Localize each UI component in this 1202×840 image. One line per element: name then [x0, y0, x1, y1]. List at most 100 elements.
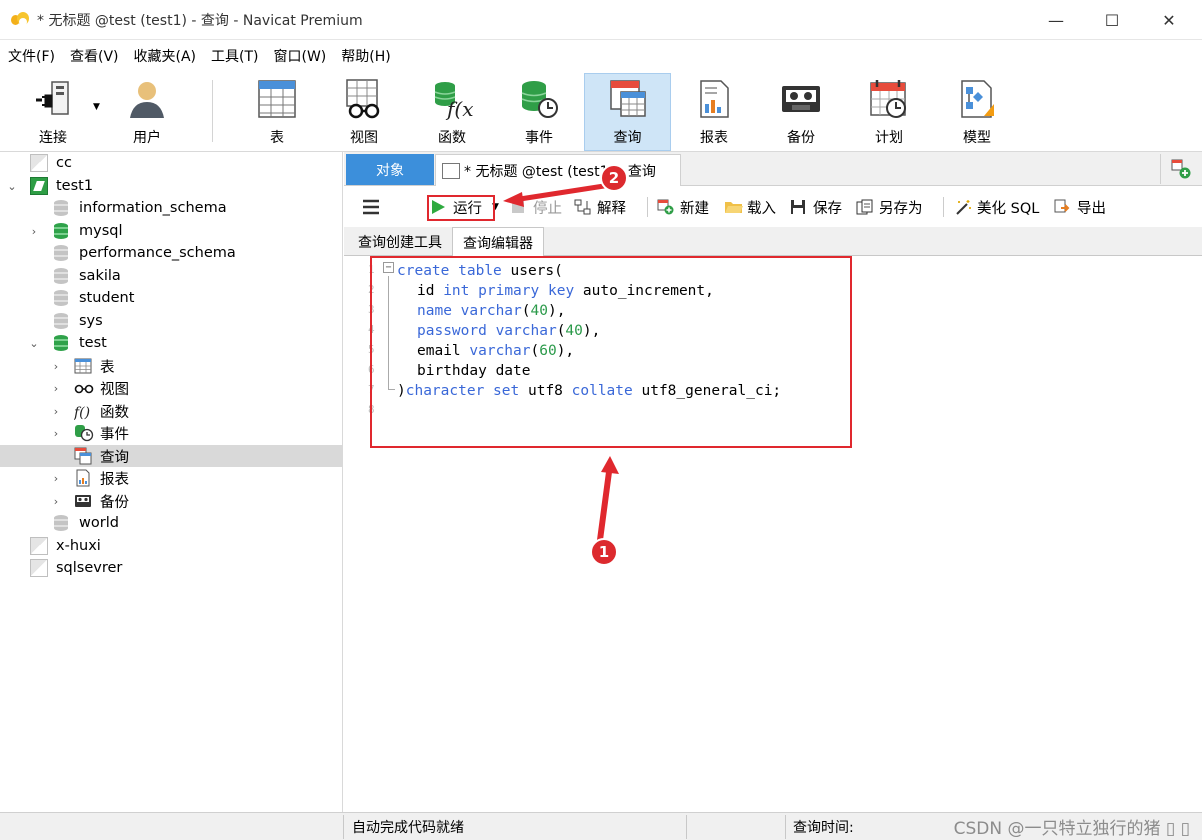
- view-button[interactable]: 视图: [323, 74, 405, 150]
- database-icon: [53, 199, 69, 217]
- report-button[interactable]: 报表: [673, 74, 755, 150]
- run-dropdown-icon[interactable]: ▼: [492, 195, 499, 219]
- chevron-right-icon[interactable]: ›: [28, 225, 40, 238]
- code-text: ),: [582, 323, 601, 339]
- menu-hamburger-icon[interactable]: [362, 195, 380, 219]
- backup-button[interactable]: 备份: [760, 74, 842, 150]
- tree-label: 备份: [100, 494, 129, 511]
- query-toolbar: 运行 ▼ 停止 解释 新建 载入 保存 另存为 美化 SQL 导出: [344, 187, 1202, 227]
- explain-button[interactable]: 解释: [574, 195, 626, 219]
- code-line: 5 email varchar(60),: [368, 343, 575, 359]
- status-message: 自动完成代码就绪: [352, 820, 464, 836]
- tree-item-sqlsevrer[interactable]: sqlsevrer: [0, 557, 342, 579]
- run-button[interactable]: 运行: [430, 195, 482, 219]
- tree-label: 视图: [100, 381, 129, 398]
- tree-item-sakila[interactable]: sakila: [0, 265, 342, 287]
- chevron-down-icon[interactable]: ⌄: [28, 337, 40, 350]
- tree-item-cc[interactable]: cc: [0, 152, 342, 174]
- tree-item-mysql[interactable]: › mysql: [0, 220, 342, 242]
- menu-tools[interactable]: 工具(T): [203, 46, 265, 66]
- glasses-icon: [343, 78, 385, 120]
- table-button[interactable]: 表: [236, 74, 318, 150]
- beautify-sql-button[interactable]: 美化 SQL: [954, 195, 1039, 219]
- chevron-right-icon[interactable]: ›: [50, 427, 62, 440]
- code-text: users(: [501, 263, 563, 279]
- minimize-button[interactable]: —: [1033, 0, 1079, 40]
- stop-button[interactable]: 停止: [510, 195, 562, 219]
- maximize-button[interactable]: ☐: [1089, 0, 1135, 40]
- load-label: 载入: [747, 200, 776, 217]
- tree-item-performance-schema[interactable]: performance_schema: [0, 242, 342, 264]
- tree-label: sys: [79, 313, 103, 329]
- annotation-badge-1: 1: [590, 538, 618, 566]
- chevron-right-icon[interactable]: ›: [50, 360, 62, 373]
- tree-label: student: [79, 290, 135, 306]
- tree-item-reports[interactable]: › 报表: [0, 467, 342, 489]
- code-line: 6 birthday date: [344, 361, 844, 381]
- tab-objects[interactable]: 对象: [346, 154, 434, 185]
- backup-label: 备份: [787, 130, 815, 146]
- event-button[interactable]: 事件: [498, 74, 580, 150]
- database-open-icon: [53, 222, 69, 240]
- explain-icon: [574, 199, 592, 215]
- tree-item-backups[interactable]: › 备份: [0, 490, 342, 512]
- load-button[interactable]: 载入: [724, 195, 776, 219]
- tree-item-world[interactable]: world: [0, 512, 342, 534]
- tree-item-student[interactable]: student: [0, 287, 342, 309]
- code-line: 3 name varchar(40),: [368, 303, 566, 319]
- model-button[interactable]: 模型: [936, 74, 1018, 150]
- code-number: 60: [539, 343, 557, 359]
- tree-label: 事件: [100, 426, 129, 443]
- function-button[interactable]: f(x) 函数: [411, 74, 493, 150]
- code-text: ),: [556, 343, 575, 359]
- sqlserver-connection-icon: [30, 559, 48, 577]
- menu-view[interactable]: 查看(V): [62, 46, 126, 66]
- tree-item-queries[interactable]: 查询: [0, 445, 342, 467]
- user-button[interactable]: 用户: [106, 74, 188, 150]
- tree-item-sys[interactable]: sys: [0, 310, 342, 332]
- tree-item-information-schema[interactable]: information_schema: [0, 197, 342, 219]
- tab-query-editor[interactable]: 查询编辑器: [452, 227, 544, 257]
- tree-item-functions[interactable]: › f() 函数: [0, 400, 342, 422]
- navicat-logo-icon: [11, 11, 31, 28]
- tree-item-events[interactable]: › 事件: [0, 422, 342, 444]
- tab-query-builder[interactable]: 查询创建工具: [349, 227, 451, 256]
- tree-item-x-huxi[interactable]: x-huxi: [0, 535, 342, 557]
- save-button[interactable]: 保存: [790, 195, 842, 219]
- new-tab-button[interactable]: [1160, 154, 1200, 184]
- plug-icon: [32, 78, 74, 120]
- tab-query-untitled[interactable]: * 无标题 @test (test1) - 查询: [435, 154, 681, 186]
- code-line: 7 )character set utf8 collate utf8_gener…: [368, 383, 782, 399]
- sql-editor[interactable]: − 1 create table users( 2 id int primary…: [344, 257, 1202, 812]
- save-as-button[interactable]: 另存为: [856, 195, 923, 219]
- close-button[interactable]: ✕: [1146, 0, 1192, 40]
- query-button[interactable]: 查询: [584, 73, 671, 151]
- menu-window[interactable]: 窗口(W): [266, 46, 334, 66]
- export-button[interactable]: 导出: [1054, 195, 1106, 219]
- code-text: auto_increment,: [574, 283, 714, 299]
- stop-icon: [510, 199, 528, 215]
- chevron-right-icon[interactable]: ›: [50, 405, 62, 418]
- schedule-button[interactable]: 计划: [848, 74, 930, 150]
- tree-item-views[interactable]: › 视图: [0, 377, 342, 399]
- menu-favorites[interactable]: 收藏夹(A): [126, 46, 204, 66]
- chevron-right-icon[interactable]: ›: [50, 472, 62, 485]
- connect-button[interactable]: 连接: [12, 74, 94, 150]
- tree-label: world: [79, 515, 119, 531]
- svg-text:f(x): f(x): [445, 97, 473, 120]
- chevron-down-icon[interactable]: ▼: [93, 102, 100, 112]
- chevron-down-icon[interactable]: ⌄: [6, 180, 18, 193]
- tree-item-test[interactable]: ⌄ test: [0, 332, 342, 354]
- chevron-right-icon[interactable]: ›: [50, 495, 62, 508]
- tree-label: 查询: [100, 449, 129, 466]
- menu-help[interactable]: 帮助(H): [333, 46, 397, 66]
- explain-label: 解释: [597, 200, 626, 217]
- menu-file[interactable]: 文件(F): [0, 46, 62, 66]
- tree-item-test1[interactable]: ⌄ test1: [0, 175, 342, 197]
- new-query-button[interactable]: 新建: [657, 195, 709, 219]
- tree-item-tables[interactable]: › 表: [0, 355, 342, 377]
- line-number: 8: [368, 403, 375, 416]
- connection-icon: [30, 537, 48, 555]
- chevron-right-icon[interactable]: ›: [50, 382, 62, 395]
- code-keyword: primary: [478, 283, 540, 299]
